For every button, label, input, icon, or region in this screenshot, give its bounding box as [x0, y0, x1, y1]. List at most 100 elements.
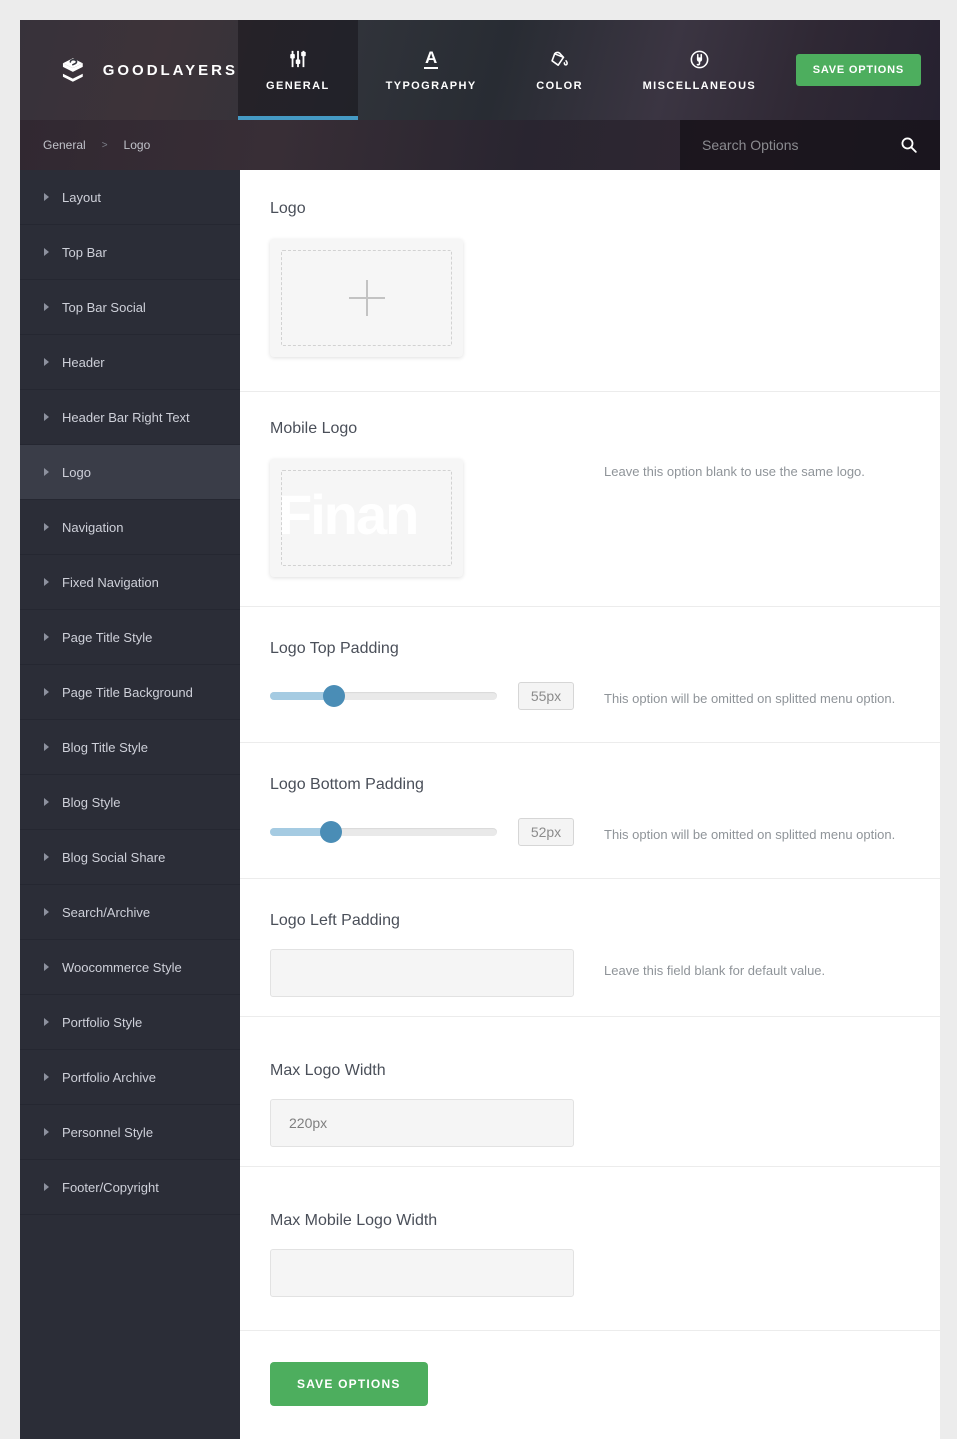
tab-miscellaneous[interactable]: MISCELLANEOUS — [615, 20, 785, 120]
tab-typography[interactable]: A TYPOGRAPHY — [358, 20, 505, 120]
sidebar: Layout Top Bar Top Bar Social Header Hea… — [20, 170, 240, 1439]
section-title: Max Logo Width — [270, 1062, 386, 1079]
header-tabs: GENERAL A TYPOGRAPHY COLOR MISCELLANEOUS — [238, 20, 784, 120]
tab-miscellaneous-label: MISCELLANEOUS — [642, 80, 757, 92]
goodlayers-logo-icon — [62, 58, 83, 82]
chevron-right-icon — [44, 743, 49, 751]
sidebar-item-personnel-style[interactable]: Personnel Style — [20, 1105, 240, 1160]
section-max-logo-width: Max Logo Width — [240, 1016, 940, 1166]
sidebar-item-label: Page Title Style — [62, 629, 153, 645]
sidebar-item-label: Blog Title Style — [62, 739, 148, 755]
plug-icon — [689, 48, 710, 70]
sidebar-item-fixed-navigation[interactable]: Fixed Navigation — [20, 555, 240, 610]
sidebar-item-label: Top Bar — [62, 244, 107, 260]
sidebar-item-label: Navigation — [62, 519, 124, 535]
logo-bottom-padding-value[interactable]: 52px — [518, 818, 574, 846]
breadcrumb-item-general[interactable]: General — [43, 138, 86, 152]
logo-top-padding-slider[interactable] — [270, 685, 497, 707]
sidebar-item-blog-style[interactable]: Blog Style — [20, 775, 240, 830]
main-area: Layout Top Bar Top Bar Social Header Hea… — [20, 170, 940, 1439]
sidebar-item-blog-social-share[interactable]: Blog Social Share — [20, 830, 240, 885]
tab-color-label: COLOR — [536, 80, 583, 92]
content: Logo Mobile Logo Finan Leave this option… — [240, 170, 940, 1439]
chevron-right-icon — [44, 1128, 49, 1136]
sidebar-item-footer-copyright[interactable]: Footer/Copyright — [20, 1160, 240, 1215]
theme-options-panel: GOODLAYERS GENERAL A TYPOGRAPHY COLOR MI… — [20, 20, 940, 1439]
plus-icon — [348, 280, 385, 316]
sidebar-item-label: Layout — [62, 189, 102, 205]
sidebar-item-search-archive[interactable]: Search/Archive — [20, 885, 240, 940]
sidebar-item-header[interactable]: Header — [20, 335, 240, 390]
sidebar-item-navigation[interactable]: Navigation — [20, 500, 240, 555]
tab-general-label: GENERAL — [266, 80, 330, 92]
chevron-right-icon — [44, 523, 49, 531]
sidebar-item-portfolio-archive[interactable]: Portfolio Archive — [20, 1050, 240, 1105]
section-title: Max Mobile Logo Width — [270, 1212, 438, 1229]
sidebar-item-top-bar[interactable]: Top Bar — [20, 225, 240, 280]
section-logo: Logo — [240, 170, 940, 391]
logo-left-padding-input[interactable] — [270, 949, 574, 997]
chevron-right-icon — [44, 798, 49, 806]
brand-name: GOODLAYERS — [102, 61, 238, 79]
max-mobile-logo-width-input[interactable] — [270, 1249, 574, 1297]
logo-top-padding-value[interactable]: 55px — [518, 682, 574, 710]
sidebar-item-portfolio-style[interactable]: Portfolio Style — [20, 995, 240, 1050]
tab-color[interactable]: COLOR — [505, 20, 615, 120]
sidebar-item-label: Portfolio Style — [62, 1014, 143, 1030]
sidebar-item-label: Woocommerce Style — [62, 959, 182, 975]
breadcrumb-bar: General > Logo — [20, 120, 940, 170]
slider-knob[interactable] — [320, 821, 343, 843]
slider-knob[interactable] — [322, 685, 345, 707]
chevron-right-icon — [44, 633, 49, 641]
sidebar-item-label: Page Title Background — [62, 684, 193, 700]
section-logo-top-padding: Logo Top Padding 55px This option will b… — [240, 606, 940, 742]
save-options-button-bottom[interactable]: SAVE OPTIONS — [270, 1362, 428, 1406]
sidebar-item-label: Blog Style — [62, 794, 121, 810]
breadcrumb-item-logo[interactable]: Logo — [124, 138, 151, 152]
field-note: Leave this field blank for default value… — [604, 963, 826, 978]
mobile-logo-preview: Finan — [278, 483, 419, 546]
sidebar-item-label: Portfolio Archive — [62, 1069, 156, 1085]
sidebar-item-header-bar-right-text[interactable]: Header Bar Right Text — [20, 390, 240, 445]
typography-icon: A — [423, 48, 439, 69]
chevron-right-icon — [44, 1073, 49, 1081]
sidebar-item-logo[interactable]: Logo — [20, 445, 240, 500]
chevron-right-icon — [44, 193, 49, 201]
sidebar-item-label: Header Bar Right Text — [62, 409, 190, 425]
section-title: Logo — [270, 200, 306, 217]
chevron-right-icon — [44, 688, 49, 696]
sidebar-item-label: Footer/Copyright — [62, 1179, 159, 1195]
sidebar-item-label: Top Bar Social — [62, 299, 146, 315]
sidebar-item-top-bar-social[interactable]: Top Bar Social — [20, 280, 240, 335]
chevron-right-icon — [44, 963, 49, 971]
breadcrumb-separator: > — [101, 139, 108, 151]
search-input[interactable] — [702, 137, 900, 153]
field-note: This option will be omitted on splitted … — [604, 826, 896, 842]
search-box — [680, 120, 940, 170]
brand: GOODLAYERS — [20, 20, 238, 120]
sidebar-item-label: Fixed Navigation — [62, 574, 159, 590]
content-footer: SAVE OPTIONS — [240, 1330, 940, 1439]
sidebar-item-woocommerce-style[interactable]: Woocommerce Style — [20, 940, 240, 995]
tab-general[interactable]: GENERAL — [238, 20, 358, 120]
sidebar-item-blog-title-style[interactable]: Blog Title Style — [20, 720, 240, 775]
section-title: Logo Bottom Padding — [270, 776, 424, 793]
sidebar-item-page-title-style[interactable]: Page Title Style — [20, 610, 240, 665]
section-logo-bottom-padding: Logo Bottom Padding 52px This option wil… — [240, 742, 940, 878]
sidebar-item-label: Search/Archive — [62, 904, 151, 920]
sidebar-item-label: Personnel Style — [62, 1124, 154, 1140]
sidebar-item-layout[interactable]: Layout — [20, 170, 240, 225]
max-logo-width-input[interactable] — [270, 1099, 574, 1147]
section-title: Logo Left Padding — [270, 912, 400, 929]
logo-upload-box[interactable] — [270, 239, 463, 357]
mobile-logo-upload-box[interactable]: Finan — [270, 459, 463, 577]
section-title: Logo Top Padding — [270, 640, 399, 657]
chevron-right-icon — [44, 248, 49, 256]
paint-bucket-icon — [549, 48, 570, 70]
save-options-button-top[interactable]: SAVE OPTIONS — [795, 54, 921, 86]
chevron-right-icon — [44, 413, 49, 421]
sidebar-item-page-title-background[interactable]: Page Title Background — [20, 665, 240, 720]
app-header: GOODLAYERS GENERAL A TYPOGRAPHY COLOR MI… — [20, 20, 940, 120]
logo-bottom-padding-slider[interactable] — [270, 821, 497, 843]
search-icon[interactable] — [900, 136, 918, 154]
